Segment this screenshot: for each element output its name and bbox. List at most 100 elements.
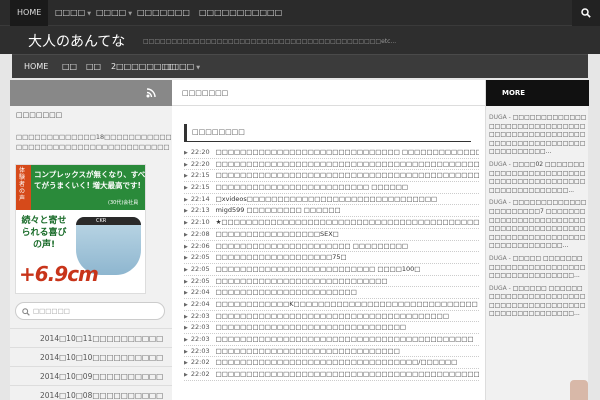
subnav-label: HOME [24,62,49,71]
rss-icon[interactable] [146,87,157,98]
feed-item[interactable]: ▶ 22:14 □xvideos□□□□□□□□□□□□□□□□□□□□□□□□□□… [184,194,479,206]
arrow-right-icon: ▶ [184,173,188,180]
arrow-right-icon: ▶ [184,266,188,273]
feed-title[interactable]: migd599 □□□□□□□□□ □□□□□□ [216,206,341,214]
search-icon [22,308,30,316]
feed-item[interactable]: ▶ 22:03 □□□□□□□□□□□□□□□□□□□□□□□□□□□□□□□□□□… [184,311,479,323]
feed-item[interactable]: ▶ 22:15 □□□□□□□□□□□□□□□□□□□□□□□□□□□□□□□□□□… [184,170,479,183]
feed-title[interactable]: □□□□□□□□□□□□□□□□□□□□□□□□□ □□□□□□ [216,183,408,191]
feed-title[interactable]: □□□□□□□□□□□□□□□□□□□75□ [216,253,347,261]
archive-item[interactable]: 2014□10□09□□□□□□□□□□ [10,366,172,385]
archive-item[interactable]: 2014□10□11□□□□□□□□□□ [10,328,172,347]
feed-item[interactable]: ▶ 22:13 migd599 □□□□□□□□□ □□□□□□ [184,205,479,218]
feed-time: 22:06 [190,241,210,250]
feed-title[interactable]: □□□□□□□□□□□□□□□□□□□□□□□□□□□□□□□□□□□□□□□□… [216,160,479,168]
feed-time: 22:05 [190,264,210,273]
feed-time: 22:08 [190,229,210,238]
feed-time: 22:04 [190,288,210,297]
chevron-down-icon: ▼ [128,11,133,17]
feed-title[interactable]: ★□□□□□□□□□□□□□□□□□□□□□□□□□□□□□□□□□□□□□□□… [216,218,479,226]
site-description: □□□□□□□□□□□□□□□□□□□□□□□□□□□□□□□□□□□□□□□□… [143,38,397,45]
sidebar-search-input[interactable]: □□□□□□ [15,302,165,320]
feed-title[interactable]: □□□□□□□□□□□□□□□□□□□□□□□□□□□□□□□ [216,323,406,331]
feed-title[interactable]: □□□□□□□□□□□□□□□□□□□□□□□□□□□□□□□□□□□□□□ [216,312,449,320]
site-title[interactable]: 大人のあんてな [28,31,125,51]
feed-title[interactable]: □□□□□□□□□□□□□□□□□□□□□□□ [216,288,357,296]
topnav-item-4[interactable]: □□□□□□□□□□□ [199,0,282,26]
feed-time: 22:05 [190,276,210,285]
thumbnail-image[interactable] [570,380,588,400]
more-item[interactable]: DUGA - □□□□□□ □□□□□□□□□□□□□□□□□□□□□□□□□□… [489,285,587,319]
archive-item[interactable]: 2014□10□08□□□□□□□□□□ [10,385,172,400]
topnav-label: HOME [17,8,42,17]
right-sidebar: MORE DUGA - □□□□□□□□□□□□□□□□□□□□□□□□□□□□… [485,80,589,400]
feed-item[interactable]: ▶ 22:04 □□□□□□□□□□□□□□□□□□□□□□□ [184,287,479,299]
subnav-item-1[interactable]: □□ [62,55,77,79]
topnav-label: □□□□ [55,8,86,17]
feed-list: ▶ 22:20 □□□□□□□□□□□□□□□□□□□□□□□□□□□□□□ □□□… [184,147,479,381]
feed-time: 22:14 [190,194,210,203]
left-sidebar: □□□□□□□ □□□□□□□□□□□□□18□□□□□□□□□□□□□□ □□… [10,80,190,400]
chevron-down-icon: ▼ [87,11,92,17]
feed-title[interactable]: □□□□□□□□□□□□□□□□□SEX□ [216,230,339,238]
feed-item[interactable]: ▶ 22:15 □□□□□□□□□□□□□□□□□□□□□□□□□ □□□□□□ [184,182,479,194]
more-item-title[interactable]: □□□□□□□□□□□□□□□□□□□□□□7 □□□□□□□□□□□□□□□□… [489,199,586,249]
search-button[interactable] [572,0,600,26]
arrow-right-icon: ▶ [184,150,188,156]
feed-title[interactable]: □□□□□□□□□□□□□□□□□□□□□□ □□□□□□□□□ [216,242,408,250]
topnav-item-1[interactable]: □□□□ ▼ [55,0,91,26]
more-item-source: DUGA - [489,254,511,262]
feed-time: 22:15 [190,183,210,192]
feed-item[interactable]: ▶ 22:04 □□□□□□□□□□□□K□□□□□□□□□□□□□□□□□□□□□… [184,299,479,311]
feed-title[interactable]: □□□□□□□□□□□□K□□□□□□□□□□□□□□□□□□□□□□□□□□□… [216,300,478,308]
ad-banner[interactable]: 体験者の声 コンプレックスが無くなり、すべてがうまくいく! 増大最高です! (3… [15,164,146,294]
widget-title: □□□□□□□ [16,111,63,119]
more-item[interactable]: DUGA - □□□□□□□□□□□□□□□□□□□□□□7 □□□□□□□□□… [489,199,587,251]
topnav-item-2[interactable]: □□□□ ▼ [96,0,132,26]
feed-title[interactable]: □□□□□□□□□□□□□□□□□□□□□□□□□□□□□□□□□□□□□□□□… [216,370,479,378]
feed-title[interactable]: □xvideos□□□□□□□□□□□□□□□□□□□□□□□□□□□□□□□ [216,195,438,203]
topnav-item-3[interactable]: □□□□□□□ [137,0,190,26]
feed-title[interactable]: □□□□□□□□□□□□□□□□□□□□□□□□□□□□□□ [216,347,400,355]
feed-item[interactable]: ▶ 22:06 □□□□□□□□□□□□□□□□□□□□□□ □□□□□□□□□ [184,241,479,253]
feed-item[interactable]: ▶ 22:05 □□□□□□□□□□□□□□□□□□□□□□□□□□□□ [184,276,479,288]
search-icon [581,8,591,18]
subnav-label: □□ [86,62,102,71]
subnav-item-home[interactable]: HOME [24,55,48,79]
arrow-right-icon: ▶ [184,161,188,168]
archive-item[interactable]: 2014□10□10□□□□□□□□□□ [10,347,172,366]
main-navigation: HOME □□ □□ 2□□□□□□□□ □□□□ ▼ [12,54,588,78]
feed-item[interactable]: ▶ 22:02 □□□□□□□□□□□□□□□□□□□□□□□□□□□□□□□□□/… [184,357,479,370]
feed-item[interactable]: ▶ 22:03 □□□□□□□□□□□□□□□□□□□□□□□□□□□□□□ [184,346,479,358]
topnav-label: □□□□□□□□□□□ [199,8,283,17]
subnav-label: □□□□ [164,62,195,71]
feed-time: 22:03 [190,323,210,332]
chevron-down-icon: ▼ [196,65,201,71]
feed-title[interactable]: □□□□□□□□□□□□□□□□□□□□□□□□□□□□□□□□□□□□□□□□… [216,171,479,179]
feed-item[interactable]: ▶ 22:05 □□□□□□□□□□□□□□□□□□□□□□□□□□ □□□□100… [184,264,479,276]
subnav-item-2[interactable]: □□ [86,55,101,79]
feed-item[interactable]: ▶ 22:08 □□□□□□□□□□□□□□□□□SEX□ [184,229,479,241]
feed-time: 22:10 [190,218,210,227]
feed-item[interactable]: ▶ 22:02 □□□□□□□□□□□□□□□□□□□□□□□□□□□□□□□□□□… [184,369,479,381]
ad-big-text: +6.9cm [19,262,99,286]
feed-item[interactable]: ▶ 22:20 □□□□□□□□□□□□□□□□□□□□□□□□□□□□□□□□□□… [184,159,479,171]
arrow-right-icon: ▶ [184,360,188,367]
ad-tag: 体験者の声 [16,165,31,210]
feed-item[interactable]: ▶ 22:03 □□□□□□□□□□□□□□□□□□□□□□□□□□□□□□□ [184,322,479,334]
feed-title[interactable]: □□□□□□□□□□□□□□□□□□□□□□□□□□ □□□□100□ [216,265,421,273]
more-item[interactable]: DUGA - □□□□□ □□□□□□□□□□□□□□□□□□□□□□□□□□□… [489,255,587,281]
feed-title[interactable]: □□□□□□□□□□□□□□□□□□□□□□□□□□□□□□□□□/□□□□□□ [216,358,458,366]
feed-title[interactable]: □□□□□□□□□□□□□□□□□□□□□□□□□□□□□□□□□□□□□□□□… [216,335,474,343]
feed-time: 22:03 [190,346,210,355]
feed-title[interactable]: □□□□□□□□□□□□□□□□□□□□□□□□□□□□□□ □□□□□□□□□… [216,148,479,156]
feed-item[interactable]: ▶ 22:10 ★□□□□□□□□□□□□□□□□□□□□□□□□□□□□□□□□□… [184,217,479,229]
feed-title[interactable]: □□□□□□□□□□□□□□□□□□□□□□□□□□□□ [216,277,388,285]
feed-item[interactable]: ▶ 22:03 □□□□□□□□□□□□□□□□□□□□□□□□□□□□□□□□□□… [184,334,479,346]
more-item[interactable]: DUGA - □□□□□□□□□□□□□□□□□□□□□□□□□□□□□□□□□… [489,114,587,157]
more-item[interactable]: DUGA - □□□□02 □□□□□□□□□□□□□□□□□□□□□□□□□□… [489,161,587,195]
topnav-item-home[interactable]: HOME [10,0,49,26]
feed-item[interactable]: ▶ 22:20 □□□□□□□□□□□□□□□□□□□□□□□□□□□□□□ □□□… [184,147,479,159]
subnav-item-4[interactable]: □□□□ ▼ [164,55,200,79]
feed-item[interactable]: ▶ 22:05 □□□□□□□□□□□□□□□□□□□75□ [184,252,479,264]
